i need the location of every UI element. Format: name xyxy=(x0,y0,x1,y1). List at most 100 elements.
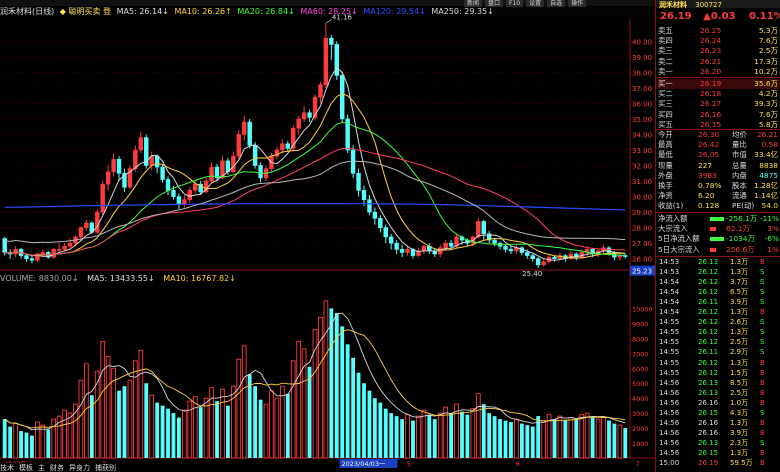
price-tick-label: 32.00 xyxy=(632,163,652,171)
fund-flow-row: 5日净流入额 -1034万 -6% xyxy=(656,234,780,244)
tick-volume: 1.0万 xyxy=(730,398,749,407)
tick-volume: 1.3万 xyxy=(730,328,749,337)
volume-bar xyxy=(563,420,568,458)
order-label: 卖二 xyxy=(658,56,673,66)
candle-body xyxy=(541,261,546,266)
bottom-tab[interactable]: 主 xyxy=(38,464,45,472)
volume-bar xyxy=(475,393,481,459)
stat-value: 26.42 xyxy=(698,140,720,150)
ask-row[interactable]: 卖三 26.23 2.5万 xyxy=(656,46,780,56)
candle-body xyxy=(160,166,165,180)
candle-body xyxy=(236,134,241,157)
order-volume: 4.2万 xyxy=(758,89,778,99)
bottom-tab[interactable]: 异身力 xyxy=(69,464,90,472)
tick-side: S xyxy=(760,328,765,337)
tick-price: 26.12 xyxy=(698,268,719,277)
stat-row: 现量 227 总量 8838 xyxy=(656,161,780,171)
bid-row[interactable]: 买二 26.18 4.2万 xyxy=(656,89,780,99)
price-change: ▲0.03 xyxy=(703,11,736,22)
candle-body xyxy=(378,218,383,228)
candle-body xyxy=(405,249,410,253)
candle-body xyxy=(258,165,263,179)
candle-body xyxy=(176,196,182,205)
ask-row[interactable]: 卖一 26.20 10.2万 xyxy=(656,67,780,77)
tick-volume: 59.5万 xyxy=(730,459,753,467)
tick-row: 14:56 26.16 1.0万 B xyxy=(656,399,780,409)
stat-row: 最低 26.05 市值 33.4亿 xyxy=(656,150,780,160)
order-label: 卖三 xyxy=(658,46,673,56)
stat-row: 今开 26.30 均价 26.21 xyxy=(656,130,780,140)
candle-body xyxy=(24,255,29,259)
candle-body xyxy=(383,227,388,238)
bottom-tab[interactable]: 财务 xyxy=(50,464,64,472)
tick-volume: 2.6万 xyxy=(730,318,749,327)
tick-time: 14:56 xyxy=(659,448,680,457)
bid-row[interactable]: 买四 26.16 7.6万 xyxy=(656,110,780,120)
stat-value: 3963 xyxy=(698,170,717,180)
volume-bar xyxy=(198,407,203,458)
volume-bar xyxy=(290,360,296,459)
bid-row[interactable]: 买三 26.17 39.3万 xyxy=(656,99,780,109)
volume-ma10: MA10: 16767.82↓ xyxy=(163,274,236,283)
tick-volume: 1.3万 xyxy=(730,258,749,266)
stat-label: 量比 xyxy=(732,140,747,150)
ma60-line xyxy=(4,147,626,256)
bottom-tab[interactable]: 捕获别 xyxy=(95,464,116,472)
volume-value: VOLUME: 8830.00↓ xyxy=(0,274,79,283)
tick-price: 26.12 xyxy=(698,358,719,367)
volume-bar xyxy=(46,429,51,458)
tick-side: B xyxy=(760,378,765,387)
volume-bar xyxy=(334,312,339,458)
flow-value: 256.6万 xyxy=(726,244,755,254)
stat-value: 0.128 xyxy=(698,201,720,211)
stat-row: 换手 0.78% 股本 1.28亿 xyxy=(656,181,780,191)
volume-bar xyxy=(607,420,611,458)
stat-label: 市值 xyxy=(732,150,747,160)
tick-side: S xyxy=(760,268,765,277)
bottom-tab[interactable]: 模板 xyxy=(19,464,33,472)
kline-chart[interactable]: 40.00 39.00 38.00 37.00 36.00 35.00 34.00 33.00… xyxy=(0,0,655,472)
date-label: 7 xyxy=(635,460,639,468)
stat-value: 8838 xyxy=(759,160,778,170)
volume-bar xyxy=(470,408,476,459)
date-label: 6 xyxy=(516,460,520,468)
volume-bar xyxy=(552,419,557,458)
candle-body xyxy=(356,172,361,191)
volume-bar xyxy=(105,355,111,459)
tick-side: B xyxy=(760,398,765,407)
tick-row: 14:54 26.12 1.3万 B xyxy=(656,308,780,318)
stat-value: 33.4亿 xyxy=(754,150,778,160)
ask-row[interactable]: 卖二 26.21 17.3万 xyxy=(656,57,780,67)
bid-row[interactable]: 买一 26.19 35.6万 xyxy=(656,79,780,89)
volume-bar xyxy=(323,300,329,459)
volume-bar xyxy=(160,405,165,458)
volume-bar xyxy=(351,357,356,458)
tick-row: 14:53 26.12 1.3万 S xyxy=(656,268,780,278)
price-tick-label: 26.00 xyxy=(632,256,652,264)
volume-bar xyxy=(405,414,410,459)
tick-volume: 2.5万 xyxy=(730,388,749,397)
tick-volume: 4.3万 xyxy=(730,408,749,417)
candle-body xyxy=(242,121,247,135)
order-volume: 7.6万 xyxy=(758,36,778,46)
volume-tick-label: 10000 xyxy=(632,305,653,313)
flow-value: -1034万 xyxy=(726,234,755,244)
stat-value: 26.21 xyxy=(756,130,778,139)
volume-bar xyxy=(2,419,7,458)
trading-screen: 1分钟5分钟15分钟30分钟60分钟日线周线月线多周期更多 新闻盘口F10设置自… xyxy=(0,0,780,472)
tick-price: 26.12 xyxy=(698,338,719,347)
bottom-tabs[interactable]: 技术 模板主财务 异身力 捕获别 xyxy=(0,463,200,472)
tick-row: 14:56 26.13 2.5万 B xyxy=(656,389,780,399)
tick-price: 26.11 xyxy=(698,298,719,307)
candle-body xyxy=(111,159,116,173)
candle-body xyxy=(448,242,454,247)
bottom-tab[interactable]: 技术 xyxy=(0,464,14,472)
volume-bar xyxy=(617,424,623,459)
price-tick-label: 36.00 xyxy=(632,100,652,108)
order-label: 买三 xyxy=(658,99,673,109)
tick-time: 14:55 xyxy=(659,368,680,377)
tick-time: 14:53 xyxy=(659,268,680,277)
ask-row[interactable]: 卖四 26.24 7.6万 xyxy=(656,36,780,46)
stat-value: 0.58 xyxy=(761,140,778,150)
ask-row[interactable]: 卖五 26.25 5.3万 xyxy=(656,26,780,36)
